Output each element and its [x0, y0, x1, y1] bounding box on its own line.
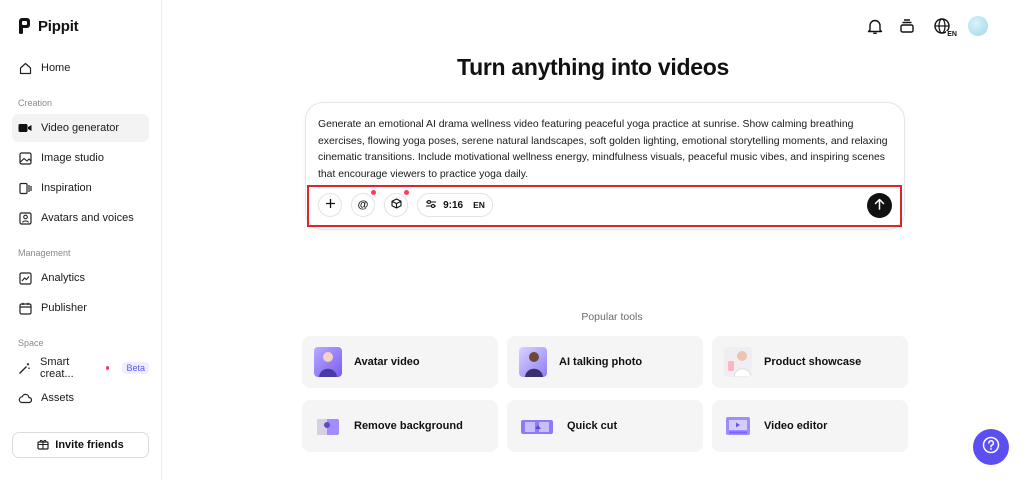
invite-label: Invite friends: [55, 439, 124, 451]
sidebar-item-analytics[interactable]: Analytics: [12, 264, 149, 292]
tool-label: Video editor: [764, 420, 828, 432]
product-showcase-thumbnail: [724, 347, 752, 377]
notification-dot: [371, 190, 376, 195]
cube-icon: [390, 198, 402, 212]
aspect-ratio-value: 9:16: [443, 199, 464, 211]
sidebar-item-home[interactable]: Home: [12, 54, 149, 82]
sidebar-item-label: Publisher: [41, 302, 87, 314]
globe-language-icon[interactable]: EN: [930, 17, 958, 38]
sidebar-item-label: Home: [41, 62, 71, 74]
sidebar-item-label: Smart creat...: [40, 356, 74, 380]
avatar[interactable]: [968, 16, 988, 36]
section-label-space: Space: [18, 338, 44, 348]
avatar-video-thumbnail: [314, 347, 342, 377]
calendar-icon: [18, 301, 32, 315]
tool-remove-background[interactable]: Remove background: [302, 400, 498, 452]
avatar-voice-icon: [18, 211, 32, 225]
section-label-management: Management: [18, 248, 71, 258]
sidebar-item-label: Avatars and voices: [41, 212, 134, 224]
notification-dot: [106, 366, 110, 370]
prompt-textarea[interactable]: Generate an emotional AI drama wellness …: [318, 117, 888, 183]
sidebar: Pippit Home Creation Video generator Ima…: [0, 0, 162, 480]
arrow-up-icon: [874, 197, 885, 215]
mention-button[interactable]: @: [351, 190, 376, 217]
remove-background-thumbnail: [314, 411, 342, 441]
send-button[interactable]: [867, 193, 892, 218]
inspiration-icon: [18, 181, 32, 195]
image-icon: [18, 151, 32, 165]
sidebar-item-label: Image studio: [41, 152, 104, 164]
analytics-icon: [18, 271, 32, 285]
language-code: EN: [946, 31, 958, 38]
model-select-button[interactable]: [384, 190, 409, 217]
stack-icon[interactable]: [898, 17, 916, 35]
tool-label: Remove background: [354, 420, 463, 432]
beta-badge: Beta: [122, 362, 149, 374]
plus-icon: [325, 198, 336, 212]
header-actions: EN: [866, 16, 988, 38]
cloud-icon: [18, 391, 32, 405]
gift-icon: [37, 438, 49, 453]
page-title: Turn anything into videos: [457, 54, 729, 80]
home-icon: [18, 61, 32, 75]
magic-wand-icon: [18, 361, 31, 375]
sidebar-item-label: Inspiration: [41, 182, 92, 194]
bell-icon[interactable]: [866, 17, 884, 35]
logo[interactable]: Pippit: [18, 17, 79, 35]
tool-label: AI talking photo: [559, 356, 643, 368]
sidebar-item-image-studio[interactable]: Image studio: [12, 144, 149, 172]
question-icon: [982, 436, 1000, 459]
tool-ai-talking-photo[interactable]: AI talking photo: [507, 336, 703, 388]
invite-friends-button[interactable]: Invite friends: [12, 432, 149, 458]
at-icon: @: [357, 199, 369, 211]
sliders-icon: [425, 199, 437, 212]
tool-label: Avatar video: [354, 356, 420, 368]
sidebar-item-smart-creation[interactable]: Smart creat... Beta: [12, 354, 149, 382]
quick-cut-thumbnail: [519, 411, 555, 441]
tool-label: Product showcase: [764, 356, 862, 368]
video-editor-thumbnail: [724, 411, 752, 441]
popular-tools-label: Popular tools: [581, 311, 643, 323]
video-camera-icon: [18, 121, 32, 135]
app-name: Pippit: [38, 17, 79, 35]
sidebar-item-label: Video generator: [41, 122, 120, 134]
sidebar-item-assets[interactable]: Assets: [12, 384, 149, 412]
sidebar-item-inspiration[interactable]: Inspiration: [12, 174, 149, 202]
talking-photo-thumbnail: [519, 347, 547, 377]
sidebar-item-avatars-voices[interactable]: Avatars and voices: [12, 204, 149, 232]
sidebar-item-video-generator[interactable]: Video generator: [12, 114, 149, 142]
language-value: EN: [473, 200, 485, 210]
help-button[interactable]: [973, 429, 1009, 465]
section-label-creation: Creation: [18, 98, 53, 108]
tool-label: Quick cut: [567, 420, 618, 432]
sidebar-item-label: Assets: [41, 392, 75, 404]
tool-avatar-video[interactable]: Avatar video: [302, 336, 498, 388]
settings-button[interactable]: 9:16 EN: [417, 193, 493, 217]
tool-video-editor[interactable]: Video editor: [712, 400, 908, 452]
tool-quick-cut[interactable]: Quick cut: [507, 400, 703, 452]
tool-product-showcase[interactable]: Product showcase: [712, 336, 908, 388]
sidebar-item-publisher[interactable]: Publisher: [12, 294, 149, 322]
notification-dot: [404, 190, 409, 195]
pippit-logo-icon: [18, 17, 32, 35]
add-button[interactable]: [318, 193, 342, 217]
sidebar-item-label: Analytics: [41, 272, 86, 284]
